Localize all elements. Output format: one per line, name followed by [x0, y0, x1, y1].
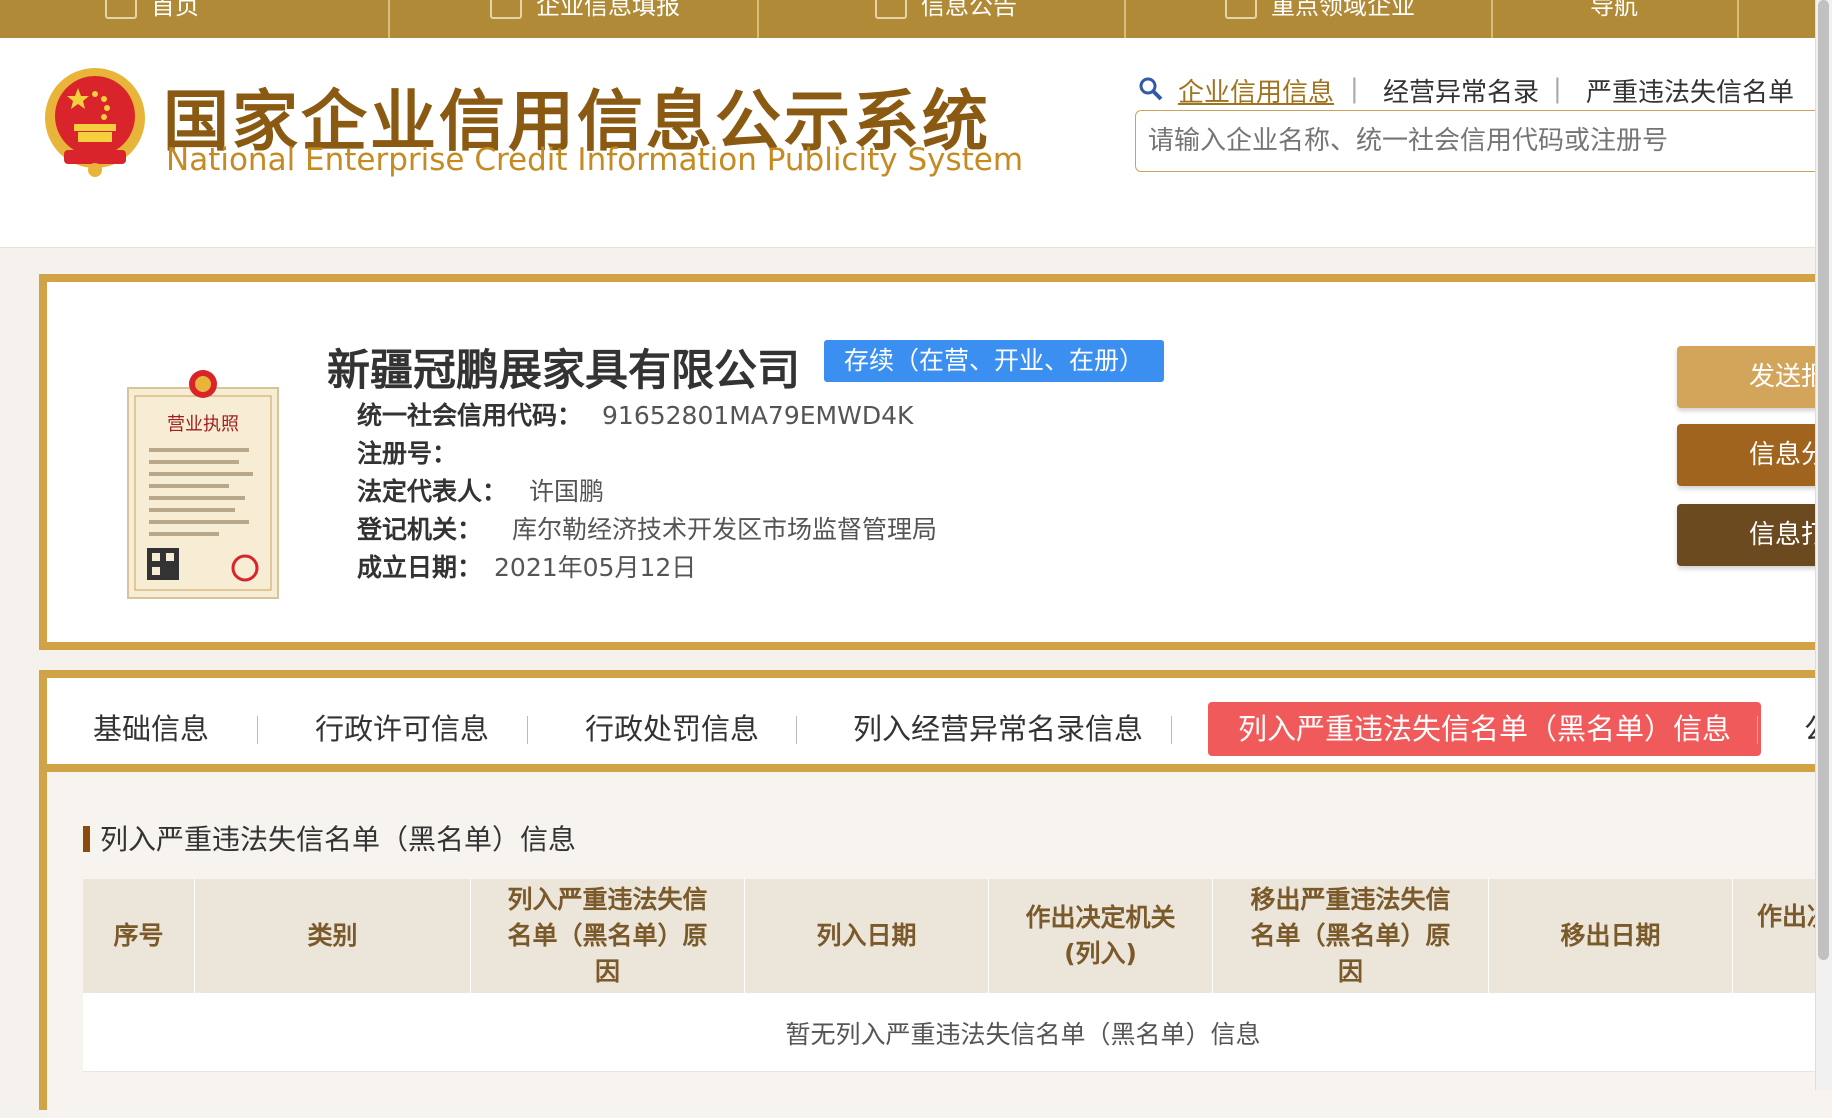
tab-basic-info[interactable]: 基础信息 [93, 706, 209, 748]
info-share-button[interactable]: 信息分 [1677, 424, 1832, 486]
nav-divider [1491, 0, 1493, 38]
nav-divider [1124, 0, 1126, 38]
nav-item-key-fields[interactable]: 重点领域企业 [1225, 0, 1415, 21]
table-empty-row: 暂无列入严重违法失信名单（黑名单）信息 [83, 993, 1832, 1072]
column-header: 作出决定机关(列入) [989, 879, 1213, 993]
tab-divider [1171, 716, 1172, 744]
column-header: 移出日期 [1489, 879, 1733, 993]
empty-message: 暂无列入严重违法失信名单（黑名单）信息 [785, 1020, 1261, 1049]
site-header: 国家企业信用信息公示系统 National Enterprise Credit … [0, 38, 1832, 248]
search-icon [1139, 77, 1163, 101]
flag-icon [1225, 0, 1257, 19]
field-reg-number: 注册号： [357, 439, 458, 468]
search-tab-credit[interactable]: 企业信用信息 [1178, 72, 1334, 109]
tab-divider [796, 716, 797, 744]
column-header: 类别 [195, 879, 471, 993]
scrollbar-thumb[interactable] [1818, 0, 1829, 960]
home-icon [105, 0, 137, 19]
send-report-button[interactable]: 发送报 [1677, 346, 1832, 408]
nav-item-home[interactable]: 首页 [105, 0, 199, 21]
column-header: 列入日期 [745, 879, 989, 993]
search-tab-abnormal[interactable]: 经营异常名录 [1383, 72, 1539, 109]
section-marker [83, 826, 90, 852]
nav-divider [757, 0, 759, 38]
blacklist-section: 列入严重违法失信名单（黑名单）信息 序号 类别 列入严重违法失信名单（黑名单）原… [47, 772, 1832, 1118]
tab-divider [257, 716, 258, 744]
nav-divider [388, 0, 390, 38]
section-title: 列入严重违法失信名单（黑名单）信息 [83, 818, 576, 858]
column-header: 移出严重违法失信名单（黑名单）原因 [1213, 879, 1489, 993]
tab-admin-penalty[interactable]: 行政处罚信息 [585, 706, 759, 748]
notice-icon [875, 0, 907, 19]
tab-blacklist[interactable]: 列入严重违法失信名单（黑名单）信息 [1208, 702, 1762, 756]
top-nav: 首页 企业信息填报 信息公告 重点领域企业 导航 [0, 0, 1832, 38]
company-name: 新疆冠鹏展家具有限公司 [327, 346, 800, 396]
info-panel: 基础信息 行政许可信息 行政处罚信息 列入经营异常名录信息 列入严重违法失信名单… [39, 670, 1832, 1118]
table-header: 序号 类别 列入严重违法失信名单（黑名单）原因 列入日期 作出决定机关(列入) … [83, 879, 1832, 993]
nav-item-report[interactable]: 企业信息填报 [490, 0, 680, 21]
tab-abnormal-list[interactable]: 列入经营异常名录信息 [853, 706, 1143, 748]
info-tabs: 基础信息 行政许可信息 行政处罚信息 列入经营异常名录信息 列入严重违法失信名单… [47, 678, 1832, 772]
search-input[interactable] [1135, 110, 1832, 172]
field-founding-date: 成立日期： 2021年05月12日 [357, 553, 697, 582]
nav-item-guide[interactable]: 导航 [1590, 0, 1638, 21]
nav-item-notice[interactable]: 信息公告 [875, 0, 1017, 21]
info-print-button[interactable]: 信息打 [1677, 504, 1832, 566]
business-license-image[interactable]: 营业执照 [127, 368, 279, 600]
nav-divider [1737, 0, 1739, 38]
national-emblem-icon [45, 68, 145, 177]
tab-admin-license[interactable]: 行政许可信息 [315, 706, 489, 748]
svg-text:营业执照: 营业执照 [167, 414, 239, 435]
site-subtitle: National Enterprise Credit Information P… [166, 142, 1024, 178]
tab-divider [1757, 716, 1758, 744]
search-tab-blacklist[interactable]: 严重违法失信名单 [1586, 72, 1794, 109]
field-registration-authority: 登记机关： 库尔勒经济技术开发区市场监督管理局 [357, 515, 938, 544]
field-legal-rep: 法定代表人： 许国鹏 [357, 477, 605, 506]
field-credit-code: 统一社会信用代码： 91652801MA79EMWD4K [357, 401, 914, 430]
column-header: 列入严重违法失信名单（黑名单）原因 [471, 879, 745, 993]
edit-icon [490, 0, 522, 19]
column-header: 序号 [83, 879, 195, 993]
company-card: 营业执照 新疆冠鹏展家具有限公司 存续（在营、开业、在册） 统一社会信用代码： 9… [39, 274, 1832, 650]
status-badge: 存续（在营、开业、在册） [824, 340, 1165, 382]
tab-divider [527, 716, 528, 744]
